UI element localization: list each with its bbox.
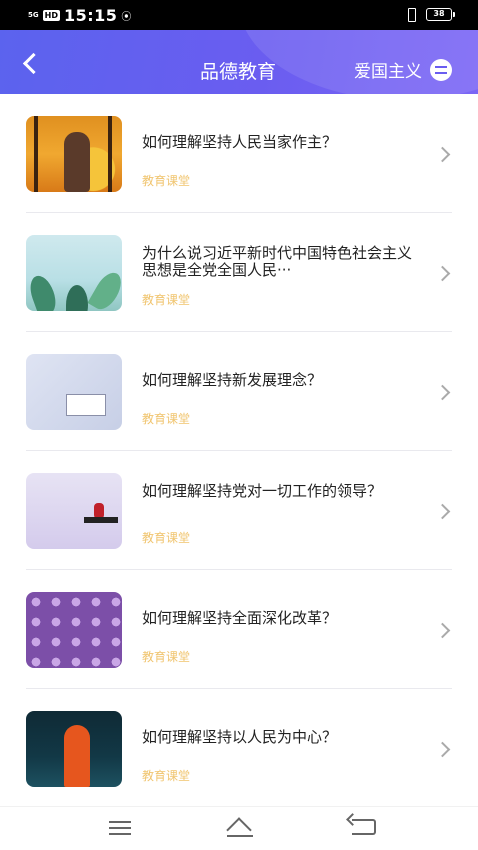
article-title: 如何理解坚持新发展理念？: [142, 371, 323, 389]
article-title: 为什么说习近平新时代中国特色社会主义思想是全党全国人民···: [142, 244, 413, 279]
category-switch-label: 爱国主义: [354, 62, 422, 82]
article-title: 如何理解坚持党对一切工作的领导？: [142, 482, 383, 500]
article-title: 如何理解坚持以人民为中心？: [142, 728, 338, 746]
swap-icon: [430, 58, 452, 81]
app-header: 品德教育 爱国主义: [0, 30, 478, 94]
list-item[interactable]: 为什么说习近平新时代中国特色社会主义思想是全党全国人民··· 教育课堂: [0, 213, 478, 332]
chevron-right-icon: [434, 265, 451, 282]
article-thumbnail: [26, 235, 122, 311]
article-tag: 教育课堂: [142, 769, 191, 783]
article-tag: 教育课堂: [142, 531, 191, 545]
list-item[interactable]: 如何理解坚持人民当家作主？ 教育课堂: [0, 94, 478, 213]
article-title: 如何理解坚持人民当家作主？: [142, 133, 338, 151]
status-bar: 5G HD 15:15 ⦿ 38: [0, 0, 478, 30]
hd-badge: HD: [42, 10, 60, 21]
list-item[interactable]: 如何理解坚持新发展理念？ 教育课堂: [0, 332, 478, 451]
list-item[interactable]: 如何理解坚持以人民为中心？ 教育课堂: [0, 689, 478, 808]
system-nav-bar: [0, 806, 478, 850]
network-signal-icon: 5G: [28, 11, 39, 19]
status-time: 15:15: [63, 6, 118, 25]
chevron-right-icon: [434, 741, 451, 758]
article-tag: 教育课堂: [142, 293, 191, 307]
status-left: 5G HD 15:15 ⦿: [28, 6, 131, 25]
menu-icon[interactable]: [109, 821, 131, 835]
vibrate-icon: [404, 7, 418, 22]
category-switch-button[interactable]: 爱国主义: [354, 57, 452, 82]
list-item[interactable]: 如何理解坚持党对一切工作的领导？ 教育课堂: [0, 451, 478, 570]
article-list: 如何理解坚持人民当家作主？ 教育课堂 为什么说习近平新时代中国特色社会主义思想是…: [0, 94, 478, 806]
article-thumbnail: [26, 592, 122, 668]
article-thumbnail: [26, 354, 122, 430]
article-thumbnail: [26, 473, 122, 549]
article-tag: 教育课堂: [142, 174, 191, 188]
chevron-right-icon: [434, 503, 451, 520]
chevron-right-icon: [434, 146, 451, 163]
nfc-icon: ⦿: [121, 12, 132, 23]
article-thumbnail: [26, 116, 122, 192]
battery-icon: 38: [426, 7, 455, 21]
return-icon[interactable]: [352, 819, 376, 835]
article-tag: 教育课堂: [142, 412, 191, 426]
article-title: 如何理解坚持全面深化改革？: [142, 609, 338, 627]
status-right: 38: [404, 7, 455, 22]
home-icon[interactable]: [226, 819, 254, 837]
article-tag: 教育课堂: [142, 650, 191, 664]
chevron-right-icon: [434, 622, 451, 639]
list-item[interactable]: 如何理解坚持全面深化改革？ 教育课堂: [0, 570, 478, 689]
article-thumbnail: [26, 711, 122, 787]
chevron-right-icon: [434, 384, 451, 401]
